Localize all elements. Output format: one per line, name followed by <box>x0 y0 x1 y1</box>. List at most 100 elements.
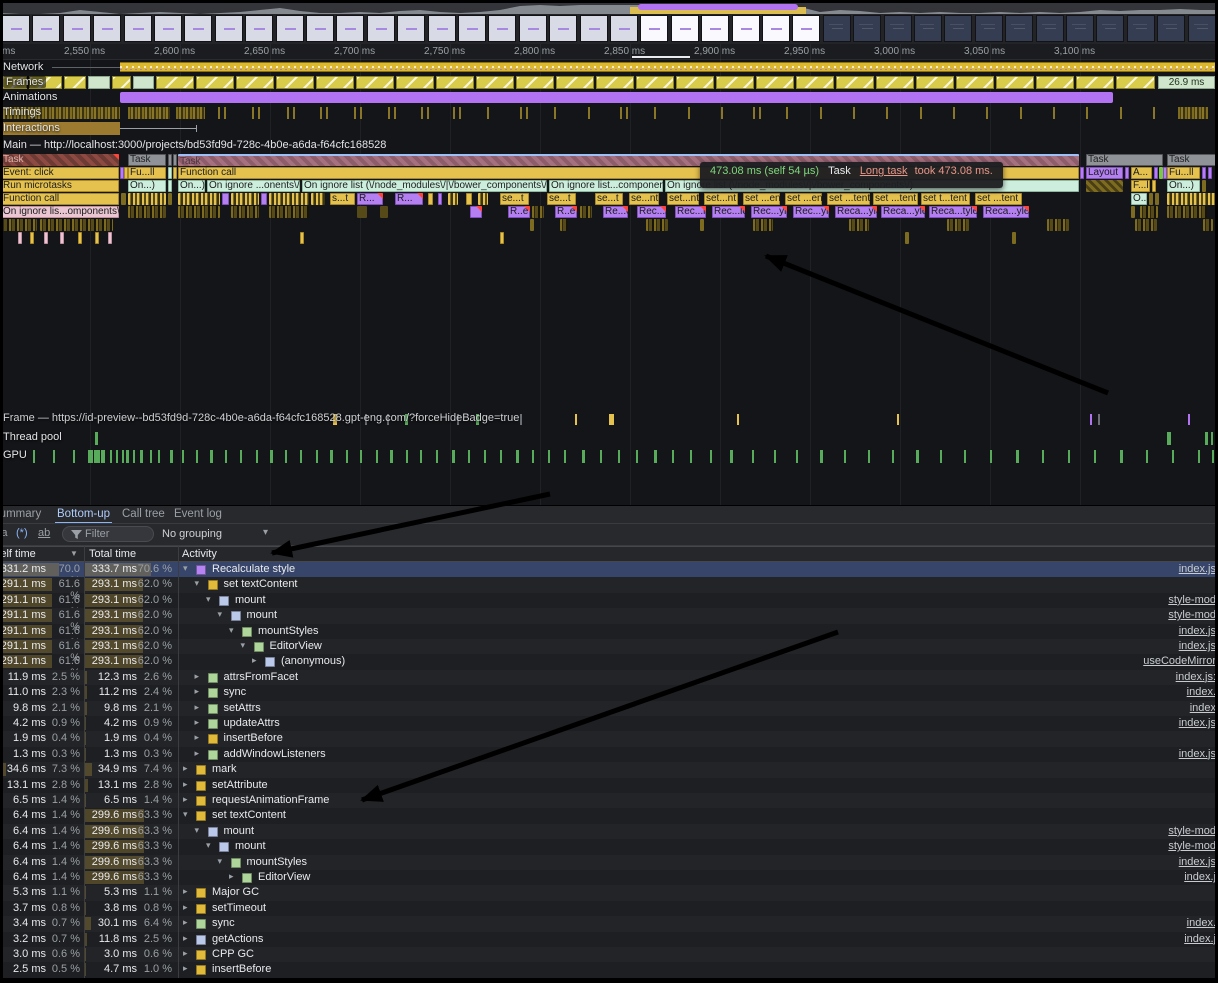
screenshot-thumbnail[interactable] <box>701 15 729 42</box>
flame-block[interactable] <box>580 206 592 218</box>
flame-block[interactable]: Task <box>1 154 119 166</box>
collapse-arrow-icon[interactable]: ▾ <box>195 578 200 589</box>
table-row[interactable]: 13.1 ms2.8 %13.1 ms2.8 %▸setAttribute <box>0 778 1218 793</box>
flame-block[interactable] <box>947 219 969 231</box>
table-row[interactable]: 291.1 ms61.6 %293.1 ms62.0 %▾mountstyle-… <box>0 608 1218 623</box>
table-row[interactable]: 291.1 ms61.6 %293.1 ms62.0 %▸(anonymous)… <box>0 654 1218 669</box>
screenshot-thumbnail[interactable] <box>519 15 547 42</box>
table-row[interactable]: 1.9 ms0.4 %1.9 ms0.4 %▸insertBefore <box>0 731 1218 746</box>
screenshot-thumbnail[interactable] <box>154 15 182 42</box>
expand-arrow-icon[interactable]: ▸ <box>183 886 188 897</box>
flame-block[interactable]: Event: click <box>1 167 119 179</box>
table-row[interactable]: 6.4 ms1.4 %299.6 ms63.3 %▸EditorViewinde… <box>0 870 1218 885</box>
table-row[interactable]: 331.2 ms70.0 %333.7 ms70.6 %▾Recalculate… <box>0 562 1218 577</box>
table-row[interactable]: 6.4 ms1.4 %299.6 ms63.3 %▾mountstyle-mod <box>0 824 1218 839</box>
flame-block[interactable] <box>1208 167 1212 179</box>
table-row[interactable]: 3.2 ms0.7 %11.8 ms2.5 %▸getActionsindex.… <box>0 932 1218 947</box>
time-ruler[interactable]: ms 2,550 ms2,600 ms2,650 ms2,700 ms2,750… <box>0 44 1218 60</box>
flame-block[interactable] <box>78 232 82 244</box>
expand-arrow-icon[interactable]: ▸ <box>252 655 257 666</box>
flame-block[interactable] <box>1080 167 1084 179</box>
collapse-arrow-icon[interactable]: ▾ <box>218 609 223 620</box>
screenshot-thumbnail[interactable] <box>1157 15 1185 42</box>
flame-block[interactable]: Run microtasks <box>1 180 119 192</box>
flame-block[interactable] <box>168 154 172 166</box>
screenshot-thumbnail[interactable] <box>488 15 516 42</box>
screenshot-thumbnail[interactable] <box>549 15 577 42</box>
thread-pool-track[interactable]: Thread pool <box>0 430 1218 447</box>
expand-arrow-icon[interactable]: ▸ <box>195 702 200 713</box>
screenshot-thumbnail[interactable] <box>2 15 30 42</box>
flame-block[interactable] <box>173 167 177 179</box>
screenshot-thumbnail[interactable] <box>367 15 395 42</box>
flame-block[interactable] <box>40 219 113 231</box>
screenshot-thumbnail[interactable] <box>610 15 638 42</box>
source-link[interactable]: index.j <box>1184 933 1216 945</box>
flame-block[interactable] <box>1203 219 1213 231</box>
flame-block[interactable] <box>173 154 177 166</box>
flame-block[interactable] <box>311 193 325 205</box>
source-link[interactable]: index.js: <box>1176 671 1216 683</box>
flame-block[interactable] <box>269 193 309 205</box>
expand-arrow-icon[interactable]: ▸ <box>195 748 200 759</box>
flame-block[interactable] <box>532 206 544 218</box>
frame-block[interactable] <box>356 76 394 89</box>
flame-block[interactable] <box>1155 193 1159 205</box>
source-link[interactable]: index. <box>1187 917 1216 929</box>
flame-block[interactable]: Rec...le <box>712 206 745 218</box>
flame-block[interactable]: F...l <box>1131 180 1150 192</box>
flame-block[interactable]: Task <box>1167 154 1218 166</box>
frame-block[interactable] <box>556 76 594 89</box>
screenshot-thumbnail[interactable] <box>640 15 668 42</box>
frame-block[interactable] <box>676 76 714 89</box>
expand-arrow-icon[interactable]: ▸ <box>195 671 200 682</box>
frame-duration-block[interactable]: 26.9 ms <box>1158 76 1215 89</box>
flame-block[interactable]: Reca...tyle <box>929 206 977 218</box>
screenshot-thumbnail[interactable] <box>428 15 456 42</box>
flame-block[interactable] <box>1152 180 1156 192</box>
table-row[interactable]: 291.1 ms61.6 %293.1 ms62.0 %▾set textCon… <box>0 577 1218 592</box>
screenshot-thumbnail[interactable] <box>762 15 790 42</box>
screenshot-thumbnail[interactable] <box>1096 15 1124 42</box>
frame-block[interactable] <box>476 76 514 89</box>
table-row[interactable]: 6.5 ms1.4 %6.5 ms1.4 %▸requestAnimationF… <box>0 793 1218 808</box>
frame-block[interactable] <box>156 76 194 89</box>
flame-block[interactable]: On...) <box>178 180 205 192</box>
frame-block[interactable] <box>876 76 914 89</box>
flame-block[interactable] <box>470 206 482 218</box>
frame-block[interactable] <box>276 76 314 89</box>
source-link[interactable]: index. <box>1187 686 1216 698</box>
flame-block[interactable] <box>560 219 568 231</box>
flame-block[interactable]: set ...tent <box>873 193 918 205</box>
flame-block[interactable]: set ...tent <box>975 193 1022 205</box>
table-row[interactable]: 6.4 ms1.4 %299.6 ms63.3 %▾set textConten… <box>0 808 1218 823</box>
flame-block[interactable]: se...t <box>500 193 529 205</box>
bottom-up-table[interactable]: 331.2 ms70.0 %333.7 ms70.6 %▾Recalculate… <box>0 562 1218 983</box>
source-link[interactable]: index.js <box>1179 625 1216 637</box>
flame-block[interactable]: R..e <box>508 206 530 218</box>
flame-block[interactable]: Rec...le <box>637 206 666 218</box>
flame-block[interactable] <box>1047 219 1069 231</box>
frame-block[interactable] <box>916 76 954 89</box>
regex-icon[interactable]: (*) <box>16 527 28 539</box>
frame-block[interactable] <box>396 76 434 89</box>
expand-arrow-icon[interactable]: ▸ <box>183 933 188 944</box>
tooltip-longtask-link[interactable]: Long task <box>860 165 908 177</box>
expand-arrow-icon[interactable]: ▸ <box>195 717 200 728</box>
flame-block[interactable] <box>380 206 388 218</box>
source-link[interactable]: style-mod <box>1168 594 1216 606</box>
screenshot-thumbnail[interactable] <box>914 15 942 42</box>
flame-block[interactable]: Function call <box>1 193 119 205</box>
cpu-overview-strip[interactable] <box>0 0 1218 14</box>
collapse-arrow-icon[interactable]: ▾ <box>195 825 200 836</box>
expand-arrow-icon[interactable]: ▸ <box>195 686 200 697</box>
screenshots-filmstrip[interactable] <box>0 14 1218 44</box>
source-link[interactable]: style-mod <box>1168 840 1216 852</box>
expand-arrow-icon[interactable]: ▸ <box>183 779 188 790</box>
screenshot-thumbnail[interactable] <box>671 15 699 42</box>
frames-track[interactable]: Frames 26.9 ms <box>0 75 1218 90</box>
source-link[interactable]: index.js <box>1179 856 1216 868</box>
flame-block[interactable] <box>438 193 442 205</box>
source-link[interactable]: index.js <box>1179 717 1216 729</box>
sort-desc-icon[interactable]: ▼ <box>70 549 78 558</box>
